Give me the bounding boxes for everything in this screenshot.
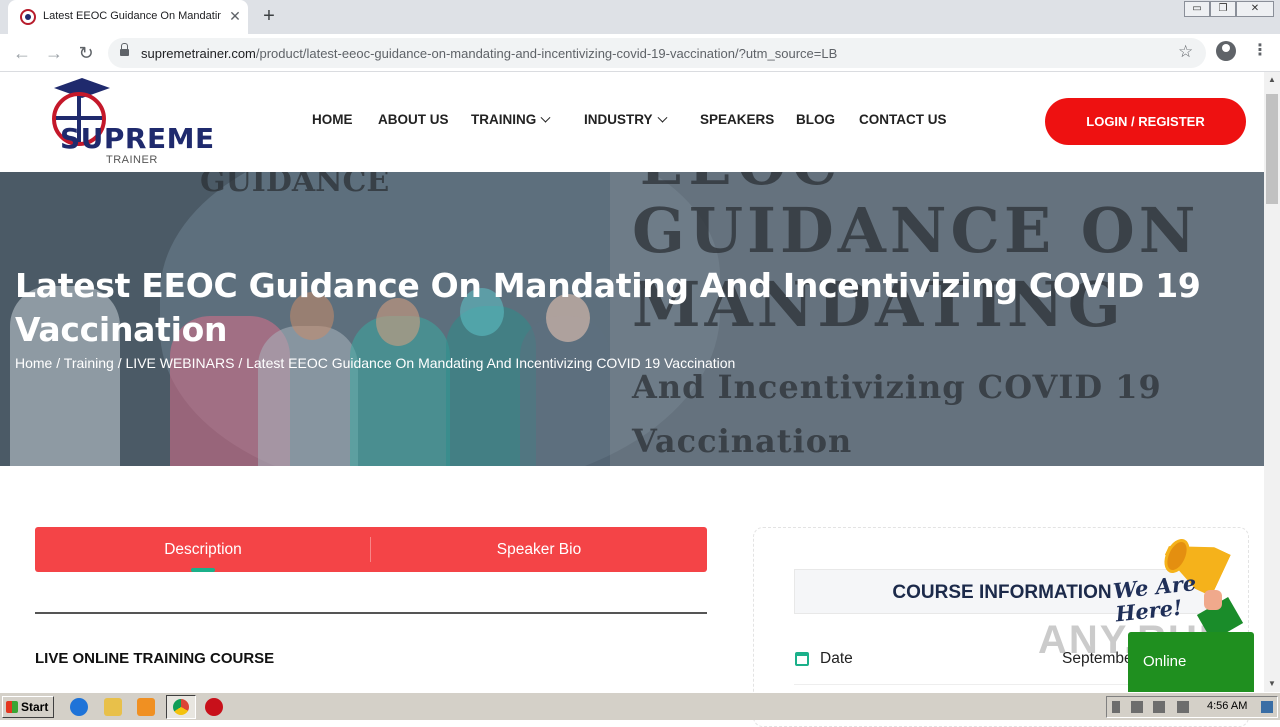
chat-widget[interactable]: We Are Here! Online [1112,534,1260,692]
breadcrumb-home[interactable]: Home [15,355,52,371]
back-arrow-icon[interactable]: ← [11,42,33,64]
page-scrollbar[interactable]: ▲ ▼ [1264,72,1280,692]
breadcrumb-training[interactable]: Training [64,355,114,371]
chrome-taskbar-icon[interactable] [166,695,196,719]
windows-logo-icon [6,701,18,713]
network-icon[interactable] [1153,701,1165,713]
address-bar[interactable]: supremetrainer.com/product/latest-eeoc-g… [108,38,1206,68]
hero-bg-text: Vaccination [632,422,853,460]
system-tray: 4:56 AM [1106,696,1278,718]
nav-industry-label: INDUSTRY [584,112,653,127]
breadcrumb-current: Latest EEOC Guidance On Mandating And In… [246,355,736,371]
nav-industry[interactable]: INDUSTRY [584,112,667,127]
account-icon[interactable] [1216,41,1236,61]
tab-title: Latest EEOC Guidance On Mandating And In… [43,10,221,22]
url-path: /product/latest-eeoc-guidance-on-mandati… [255,46,838,61]
scroll-thumb[interactable] [1266,94,1278,204]
nav-training[interactable]: TRAINING [471,112,551,127]
media-player-icon[interactable] [137,698,155,716]
clock: 4:56 AM [1207,700,1248,712]
chevron-down-icon [657,112,667,123]
url-text[interactable]: supremetrainer.com/product/latest-eeoc-g… [141,46,837,61]
breadcrumb: Home / Training / LIVE WEBINARS / Latest… [15,355,735,371]
nav-blog[interactable]: BLOG [796,112,835,127]
chat-online-button[interactable]: Online [1128,632,1254,692]
breadcrumb-live-webinars[interactable]: LIVE WEBINARS [126,355,235,371]
scroll-down-arrow-icon[interactable]: ▼ [1264,676,1280,692]
breadcrumb-separator: / [113,355,126,371]
show-desktop-icon[interactable] [1261,701,1273,713]
scroll-up-arrow-icon[interactable]: ▲ [1264,72,1280,88]
browser-tabstrip: Latest EEOC Guidance On Mandating And In… [0,0,1280,34]
lock-icon[interactable] [120,43,129,57]
windows-taskbar: Start 4:56 AM [0,692,1280,720]
hero-banner: GUIDANCE EEOC GUIDANCE ON MANDATING And … [0,172,1264,466]
login-register-button[interactable]: LOGIN / REGISTER [1045,98,1246,145]
start-label: Start [21,700,49,714]
window-restore-button[interactable]: ❐ [1210,1,1236,17]
course-type-heading: LIVE ONLINE TRAINING COURSE [35,650,275,667]
window-minimize-button[interactable]: ▭ [1184,1,1210,17]
tab-description[interactable]: Description [35,527,371,572]
site-header: SUPREME TRAINER HOME ABOUT US TRAINING I… [0,72,1264,172]
browser-toolbar: ← → ↻ supremetrainer.com/product/latest-… [0,34,1280,72]
nav-about[interactable]: ABOUT US [378,112,449,127]
volume-icon[interactable] [1131,701,1143,713]
breadcrumb-separator: / [234,355,247,371]
folder-icon[interactable] [104,698,122,716]
hero-bg-text: GUIDANCE [200,172,390,199]
tab-speaker-bio[interactable]: Speaker Bio [371,527,707,572]
flag-icon[interactable] [1177,701,1189,713]
window-close-button[interactable]: ✕ [1236,1,1274,17]
content-tabs: Description Speaker Bio [35,527,707,572]
url-host: supremetrainer.com [141,46,256,61]
page-title: Latest EEOC Guidance On Mandating And In… [15,266,1201,349]
nav-training-label: TRAINING [471,112,537,127]
breadcrumb-separator: / [52,355,64,371]
bookmark-star-icon[interactable]: ☆ [1178,42,1193,62]
start-button[interactable]: Start [2,696,54,718]
nav-home[interactable]: HOME [312,112,353,127]
browser-tab[interactable]: Latest EEOC Guidance On Mandating And In… [8,0,248,34]
date-label: Date [820,650,853,667]
calendar-icon [795,652,809,666]
reload-icon[interactable]: ↻ [75,42,97,64]
nav-speakers[interactable]: SPEAKERS [700,112,774,127]
active-tab-indicator [191,568,215,572]
hero-bg-text: And Incentivizing COVID 19 [632,368,1162,406]
content-divider [35,612,707,614]
nav-contact[interactable]: CONTACT US [859,112,947,127]
stop-icon[interactable] [205,698,223,716]
tab-close-icon[interactable]: ✕ [226,7,244,25]
site-favicon-icon [20,9,36,25]
hero-bg-text: GUIDANCE ON [632,194,1200,267]
browser-menu-icon[interactable]: ⋮ [1252,41,1268,61]
logo-brand-text: SUPREME [60,122,215,155]
new-tab-button[interactable]: + [258,6,280,28]
logo-sub-text: TRAINER [106,154,158,166]
chevron-down-icon [540,112,551,123]
site-logo[interactable]: SUPREME TRAINER [48,78,214,170]
tray-expand-icon[interactable] [1112,701,1120,713]
internet-explorer-icon[interactable] [70,698,88,716]
forward-arrow-icon[interactable]: → [43,42,65,64]
